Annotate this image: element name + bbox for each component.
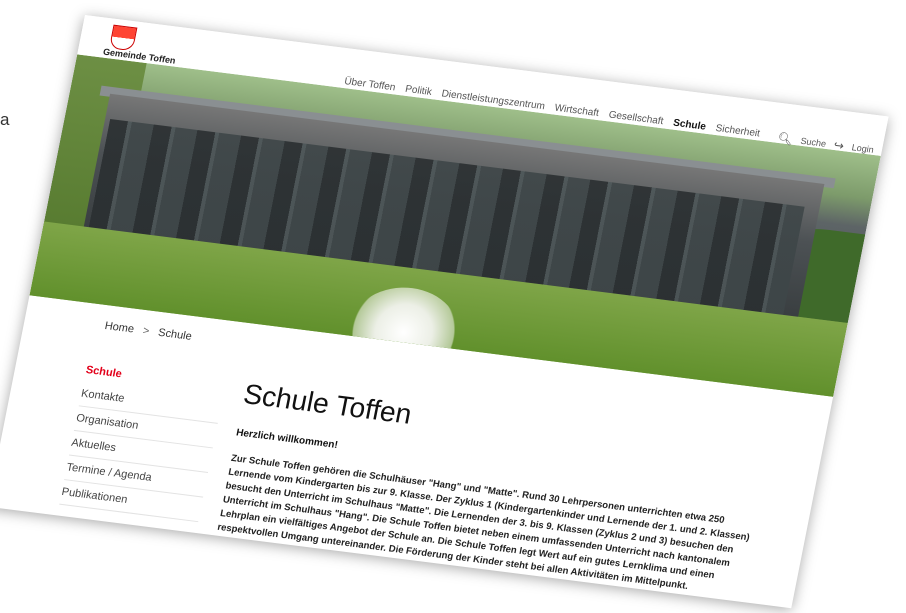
breadcrumb-home[interactable]: Home: [104, 320, 135, 335]
search-icon[interactable]: 🔍︎: [776, 131, 794, 147]
breadcrumb-current: Schule: [157, 326, 193, 343]
breadcrumb: Home > Schule: [104, 320, 193, 343]
website-page: Gemeinde Toffen Über Toffen Politik Dien…: [0, 15, 889, 609]
nav-item-politik[interactable]: Politik: [404, 84, 433, 98]
login-icon[interactable]: ↪: [833, 138, 846, 153]
intro-paragraph: Zur Schule Toffen gehören die Schulhäuse…: [216, 452, 751, 592]
main-content: Schule Toffen Herzlich willkommen! Zur S…: [214, 378, 783, 608]
search-link[interactable]: Suche: [800, 136, 827, 149]
edge-letter: a: [0, 110, 10, 129]
sidebar-navigation: Schule Kontakte Organisation Aktuelles T…: [59, 358, 227, 523]
login-link[interactable]: Login: [851, 142, 875, 155]
breadcrumb-separator: >: [141, 324, 151, 338]
